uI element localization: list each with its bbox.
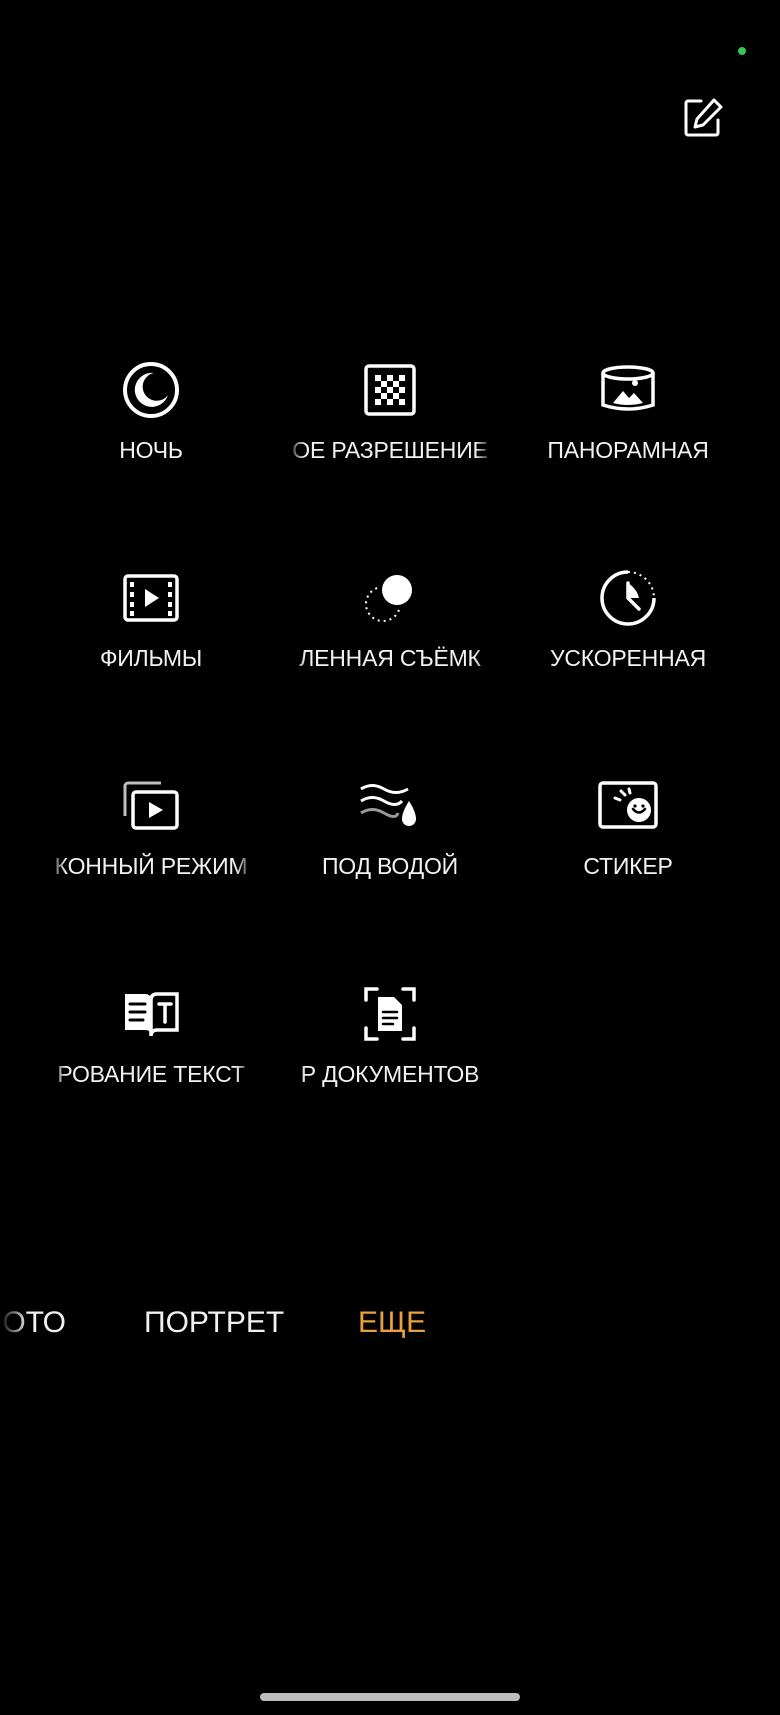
timelapse-icon [600, 570, 656, 626]
home-indicator[interactable] [260, 1693, 520, 1701]
status-indicator-dot [738, 47, 746, 55]
mode-movies[interactable]: ФИЛЬМЫ [48, 567, 254, 677]
panorama-icon [601, 365, 655, 411]
mode-panorama[interactable]: ПАНОРАМНАЯ [525, 359, 731, 469]
mode-sticker[interactable]: СТИКЕР [525, 775, 731, 885]
mode-label: РОВАНИЕ ТЕКСТ [57, 1061, 245, 1087]
mode-night[interactable]: НОЧЬ [48, 359, 254, 469]
mode-multi-window[interactable]: КОННЫЙ РЕЖИМ [48, 775, 254, 885]
tab-photo[interactable]: ОТО [0, 1298, 70, 1348]
mode-label: КОННЫЙ РЕЖИМ [54, 853, 248, 879]
mode-label: СТИКЕР [583, 853, 673, 879]
night-mode-icon [123, 362, 179, 418]
mode-label: ЛЕННАЯ СЪЁМК [299, 645, 481, 671]
high-resolution-icon [364, 364, 416, 416]
mode-underwater[interactable]: ПОД ВОДОЙ [287, 775, 493, 885]
mode-text-scan[interactable]: РОВАНИЕ ТЕКСТ [48, 983, 254, 1093]
mode-document-scan[interactable]: Р ДОКУМЕНТОВ [287, 983, 493, 1093]
sticker-icon [598, 781, 658, 829]
tab-portrait[interactable]: ПОРТРЕТ [144, 1298, 284, 1348]
edit-button[interactable] [680, 95, 726, 141]
mode-label: ФИЛЬМЫ [99, 645, 203, 671]
document-scan-icon [364, 987, 416, 1041]
film-icon [123, 574, 179, 622]
mode-slow-motion[interactable]: ЛЕННАЯ СЪЁМК [287, 567, 493, 677]
mode-label: ПОД ВОДОЙ [321, 853, 459, 879]
mode-high-resolution[interactable]: ОЕ РАЗРЕШЕНИЕ [287, 359, 493, 469]
mode-label: УСКОРЕННАЯ [549, 645, 707, 671]
mode-label: ОЕ РАЗРЕШЕНИЕ [292, 437, 488, 463]
underwater-icon [360, 784, 416, 826]
mode-tabbar: ОТО ПОРТРЕТ ЕЩЕ [0, 1298, 780, 1348]
mode-label: НОЧЬ [119, 437, 183, 463]
edit-icon [684, 98, 723, 137]
text-scan-icon [125, 992, 179, 1037]
tab-more[interactable]: ЕЩЕ [358, 1298, 426, 1348]
mode-timelapse[interactable]: УСКОРЕННАЯ [525, 567, 731, 677]
mode-label: ПАНОРАМНАЯ [547, 437, 709, 463]
mode-label: Р ДОКУМЕНТОВ [300, 1061, 480, 1087]
slow-motion-icon [365, 572, 415, 622]
multi-window-icon [123, 781, 179, 830]
